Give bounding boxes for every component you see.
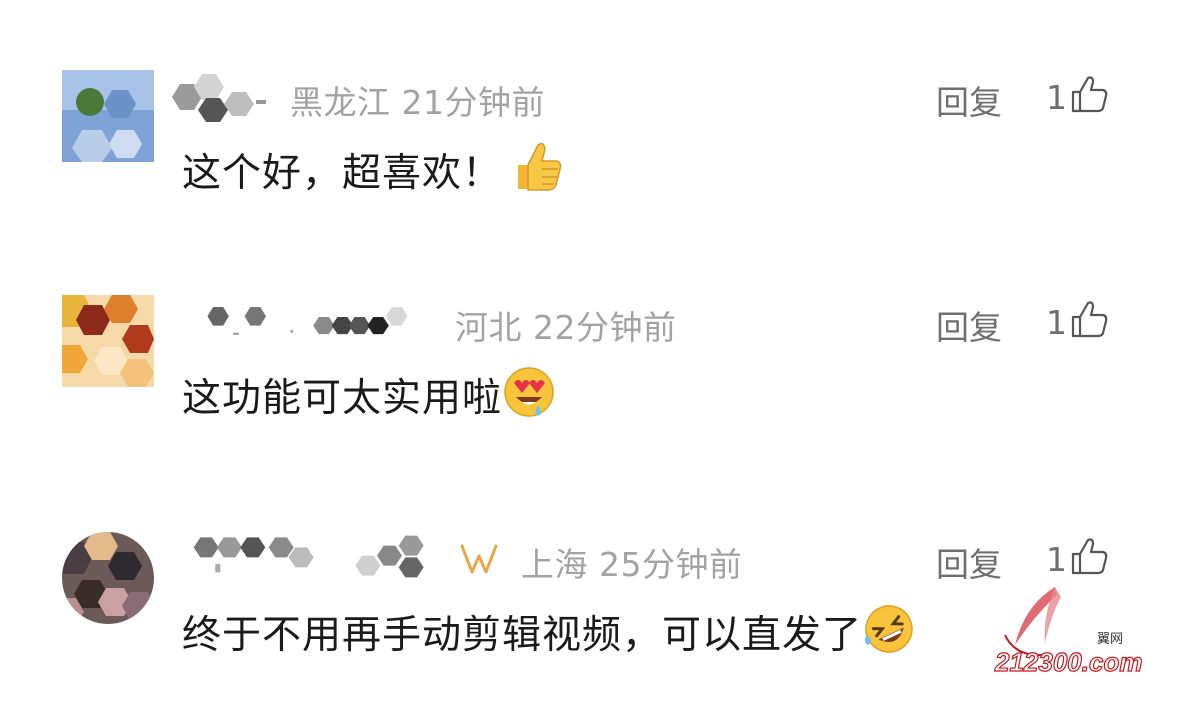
watermark-bottom-text: 212300.com [994,647,1142,677]
reply-button[interactable]: 回复 [936,538,1002,586]
timestamp: 25分钟前 [599,545,743,584]
like-button[interactable]: 1 [1046,534,1109,584]
like-count: 1 [1046,302,1067,342]
username-mosaic[interactable] [172,297,450,347]
username-mosaic[interactable] [172,72,272,122]
rolling-laughing-emoji-icon [862,602,916,666]
comment-text: 这功能可太实用啦 [182,365,556,433]
heart-eyes-drooling-emoji-icon [502,365,556,429]
watermark-top-text: 翼网 [1097,631,1123,646]
location-label: 河北 [455,308,522,347]
watermark-logo-icon: 翼网 212300.com [993,587,1143,678]
site-watermark: 翼网 212300.com [985,585,1145,685]
comment-item: 河北 22分钟前 这功能可太实用啦 回复 1 [0,295,1179,475]
vip-badge-icon [458,542,500,586]
thumbs-up-icon [1069,537,1109,581]
avatar[interactable] [62,532,154,624]
thumbs-up-emoji-icon [508,139,564,205]
avatar[interactable] [62,70,154,162]
comment-item: 黑龙江 21分钟前 这个好，超喜欢！ 回复 1 [0,70,1179,250]
like-button[interactable]: 1 [1046,72,1109,122]
like-button[interactable]: 1 [1046,297,1109,347]
timestamp: 21分钟前 [401,83,545,122]
username-mosaic[interactable] [172,534,452,584]
timestamp: 22分钟前 [533,308,677,347]
reply-button[interactable]: 回复 [936,76,1002,124]
comment-text: 这个好，超喜欢！ [182,142,564,209]
location-label: 上海 [521,545,588,584]
reply-button[interactable]: 回复 [936,301,1002,349]
like-count: 1 [1046,539,1067,579]
avatar[interactable] [62,295,154,387]
like-count: 1 [1046,77,1067,117]
thumbs-up-icon [1069,75,1109,119]
location-label: 黑龙江 [290,83,391,122]
thumbs-up-icon [1069,300,1109,344]
comment-text: 终于不用再手动剪辑视频，可以直发了 [182,604,916,670]
